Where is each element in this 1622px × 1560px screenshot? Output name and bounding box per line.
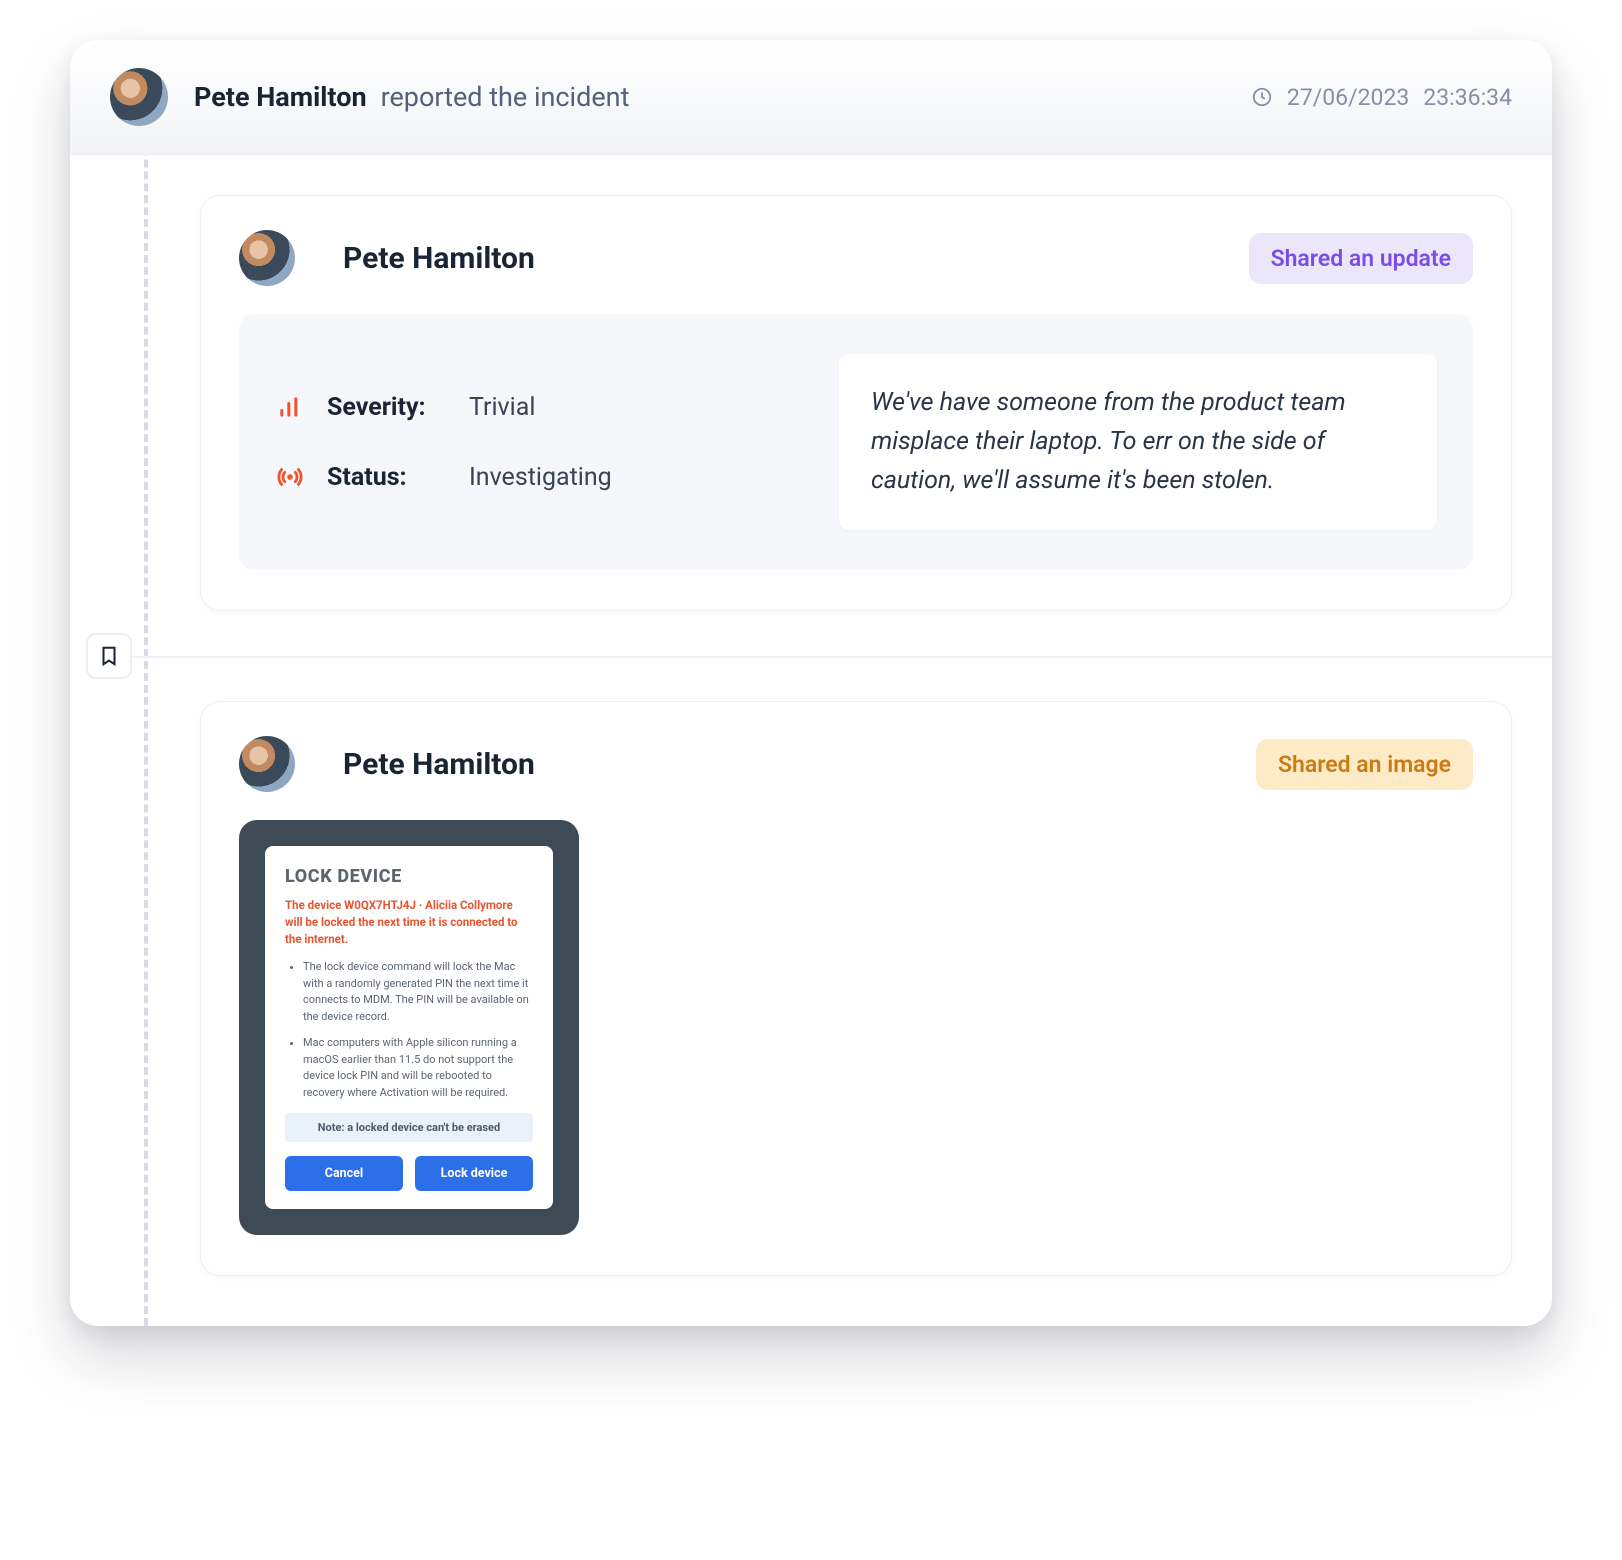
avatar — [110, 68, 168, 126]
dialog-bullets: The lock device command will lock the Ma… — [285, 959, 533, 1101]
event-head: Pete Hamilton Shared an image — [239, 736, 1473, 792]
update-details-panel: Severity: Trivial Status: Investiga — [239, 314, 1473, 570]
update-quote: We've have someone from the product team… — [839, 354, 1437, 530]
dialog-note: Note: a locked device can't be erased — [285, 1113, 533, 1142]
status-value: Investigating — [469, 463, 612, 492]
severity-value: Trivial — [469, 393, 535, 422]
header-date: 27/06/2023 — [1287, 84, 1409, 111]
avatar — [239, 230, 295, 286]
clock-icon — [1251, 86, 1273, 108]
lock-device-button[interactable]: Lock device — [415, 1156, 533, 1191]
event-head: Pete Hamilton Shared an update — [239, 230, 1473, 286]
event-card-image: Pete Hamilton Shared an image LOCK DEVIC… — [200, 701, 1512, 1276]
bookmark-icon — [98, 645, 120, 667]
header-text: Pete Hamilton reported the incident — [194, 81, 629, 113]
severity-icon — [275, 392, 305, 422]
divider-line — [110, 656, 1552, 658]
header-time: 23:36:34 — [1423, 84, 1512, 111]
status-row: Status: Investigating — [275, 462, 809, 492]
cancel-button[interactable]: Cancel — [285, 1156, 403, 1191]
timeline-events: Pete Hamilton Shared an update Severity:… — [70, 155, 1552, 1326]
status-icon — [275, 462, 305, 492]
avatar — [239, 736, 295, 792]
lock-device-dialog: LOCK DEVICE The device W0QX7HTJ4J · Alic… — [265, 846, 553, 1209]
meta-column: Severity: Trivial Status: Investiga — [275, 354, 809, 530]
event-badge-image: Shared an image — [1256, 739, 1473, 790]
attached-screenshot[interactable]: LOCK DEVICE The device W0QX7HTJ4J · Alic… — [239, 820, 579, 1235]
status-label: Status: — [327, 463, 447, 492]
incident-header: Pete Hamilton reported the incident 27/0… — [70, 40, 1552, 155]
incident-timeline-card: Pete Hamilton reported the incident 27/0… — [70, 40, 1552, 1326]
header-timestamp: 27/06/2023 23:36:34 — [1251, 84, 1512, 111]
dialog-bullet: The lock device command will lock the Ma… — [303, 959, 533, 1025]
bookmark-marker[interactable] — [86, 633, 132, 679]
reporter-action: reported the incident — [381, 81, 630, 113]
dialog-button-row: Cancel Lock device — [285, 1156, 533, 1191]
event-card-update: Pete Hamilton Shared an update Severity:… — [200, 195, 1512, 611]
event-badge-update: Shared an update — [1249, 233, 1473, 284]
severity-label: Severity: — [327, 393, 447, 422]
event-author: Pete Hamilton — [343, 747, 535, 782]
dialog-bullet: Mac computers with Apple silicon running… — [303, 1035, 533, 1101]
reporter-name: Pete Hamilton — [194, 81, 367, 113]
dialog-warning: The device W0QX7HTJ4J · Aliciia Collymor… — [285, 897, 533, 947]
event-divider — [200, 641, 1512, 671]
severity-row: Severity: Trivial — [275, 392, 809, 422]
event-author: Pete Hamilton — [343, 241, 535, 276]
dialog-title: LOCK DEVICE — [285, 866, 533, 887]
